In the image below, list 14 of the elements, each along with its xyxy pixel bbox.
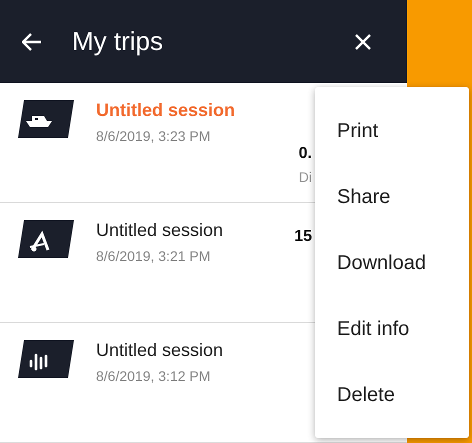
trip-date: 8/6/2019, 3:12 PM [96, 368, 212, 384]
stat-value: 0. [298, 145, 312, 163]
stat-value: 15 [293, 228, 312, 246]
boat-icon [18, 100, 74, 138]
trip-title: Untitled session [96, 220, 224, 241]
trip-title: Untitled session [96, 100, 236, 121]
back-arrow-icon[interactable] [22, 32, 42, 50]
sonar-icon [18, 340, 74, 378]
trip-date: 8/6/2019, 3:23 PM [96, 128, 212, 144]
trip-title: Untitled session [96, 340, 224, 361]
stat-label: Di [298, 169, 312, 185]
page-title: My trips [72, 26, 164, 57]
close-icon[interactable] [354, 32, 372, 50]
trip-date: 8/6/2019, 3:21 PM [96, 248, 212, 264]
